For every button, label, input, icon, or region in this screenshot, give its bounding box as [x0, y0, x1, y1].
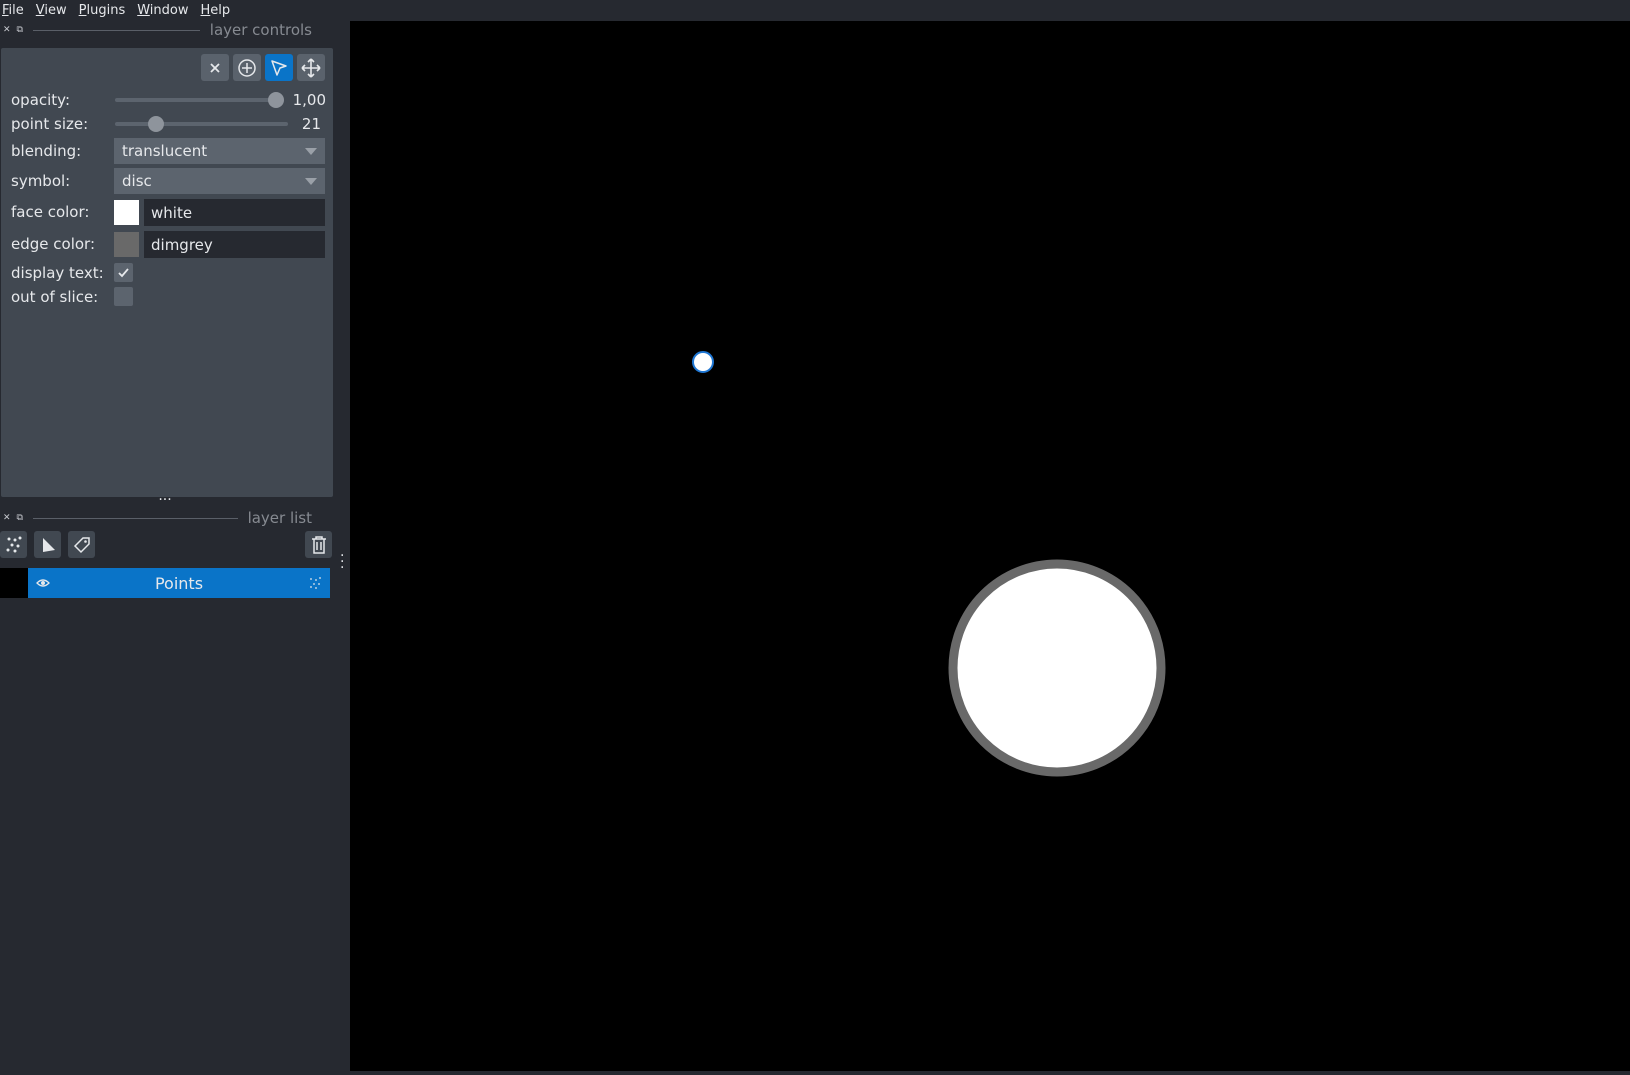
dock-splitter-handle[interactable]: ···	[155, 493, 175, 507]
shapes-icon	[42, 537, 55, 552]
layer-controls-title: layer controls	[209, 21, 312, 39]
display-text-checkbox[interactable]	[114, 263, 133, 282]
edge-color-label: edge color:	[11, 235, 95, 253]
points-icon	[6, 536, 21, 552]
new-points-layer-button[interactable]	[0, 531, 27, 558]
add-points-button[interactable]	[233, 54, 261, 81]
close-icon	[210, 62, 220, 73]
title-rule	[33, 29, 200, 31]
blending-value: translucent	[122, 142, 208, 160]
face-color-label: face color:	[11, 203, 90, 221]
add-circle-icon	[238, 58, 256, 77]
symbol-label: symbol:	[11, 172, 71, 190]
chevron-down-icon	[305, 178, 317, 185]
canvas-svg	[692, 351, 1166, 777]
dock-buttons[interactable]: ✕⧉	[0, 513, 33, 523]
point-size-label: point size:	[11, 115, 89, 133]
move-icon	[301, 57, 321, 78]
delete-layer-button[interactable]	[305, 531, 332, 558]
layer-list-title: layer list	[247, 509, 312, 527]
point-marker-large[interactable]	[948, 559, 1166, 777]
layer-row-points[interactable]: Points	[28, 568, 330, 598]
point-marker-small[interactable]	[692, 351, 714, 373]
menu-view[interactable]: View	[34, 3, 74, 18]
face-color-row: face color:	[11, 200, 115, 224]
face-color-value: white	[151, 203, 193, 222]
label-tag-icon	[73, 536, 90, 553]
float-dock-icon[interactable]: ⧉	[17, 513, 29, 523]
edge-color-input[interactable]: dimgrey	[144, 231, 325, 258]
point-size-slider-handle[interactable]	[148, 116, 164, 132]
layer-controls-titlebar: ✕⧉ layer controls	[0, 20, 336, 40]
layer-list-titlebar: ✕⧉ layer list	[0, 508, 336, 528]
face-color-input[interactable]: white	[144, 199, 325, 226]
menu-help[interactable]: Help	[199, 3, 238, 18]
close-dock-icon[interactable]: ✕	[3, 25, 17, 35]
blending-label: blending:	[11, 142, 82, 160]
opacity-slider[interactable]	[115, 98, 276, 102]
layer-controls-panel: opacity: 1,00 point size: 21 blending: t…	[1, 48, 333, 497]
menu-bar: File View Plugins Window Help	[0, 0, 1630, 20]
point-size-slider[interactable]	[115, 122, 288, 126]
float-dock-icon[interactable]: ⧉	[17, 25, 29, 35]
vertical-splitter-handle[interactable]: · · ·	[340, 549, 344, 575]
symbol-value: disc	[122, 172, 152, 190]
menu-file[interactable]: File	[0, 3, 31, 18]
opacity-label: opacity:	[11, 91, 71, 109]
edge-color-value: dimgrey	[151, 235, 213, 254]
chevron-down-icon	[305, 148, 317, 155]
out-of-slice-checkbox[interactable]	[114, 287, 133, 306]
blending-select[interactable]: translucent	[114, 138, 325, 164]
dock-buttons[interactable]: ✕⧉	[0, 25, 33, 35]
out-of-slice-row: out of slice:	[11, 285, 115, 309]
symbol-select[interactable]: disc	[114, 168, 325, 194]
title-rule	[33, 517, 238, 519]
opacity-slider-handle[interactable]	[268, 92, 284, 108]
new-shapes-layer-button[interactable]	[34, 531, 61, 558]
pan-zoom-button[interactable]	[297, 54, 325, 81]
out-of-slice-label: out of slice:	[11, 288, 99, 306]
opacity-row: opacity:	[11, 88, 115, 112]
trash-icon	[311, 535, 326, 554]
viewer-canvas[interactable]	[350, 21, 1630, 1071]
point-size-row: point size:	[11, 112, 115, 136]
edge-color-swatch[interactable]	[114, 232, 139, 257]
new-labels-layer-button[interactable]	[68, 531, 95, 558]
close-dock-icon[interactable]: ✕	[3, 513, 17, 523]
menu-plugins[interactable]: Plugins	[77, 3, 133, 18]
layer-thumbnail	[0, 568, 28, 598]
symbol-row: symbol:	[11, 169, 115, 193]
face-color-swatch[interactable]	[114, 200, 139, 225]
points-layer-type-icon	[310, 577, 321, 589]
display-text-row: display text:	[11, 261, 115, 285]
edge-color-row: edge color:	[11, 232, 115, 256]
menu-window[interactable]: Window	[135, 3, 195, 18]
select-arrow-icon	[271, 59, 287, 76]
checkmark-icon	[118, 268, 129, 278]
layer-name[interactable]: Points	[28, 574, 330, 593]
select-points-button[interactable]	[265, 54, 293, 81]
blending-row: blending:	[11, 139, 115, 163]
display-text-label: display text:	[11, 264, 104, 282]
delete-selected-button[interactable]	[201, 54, 229, 81]
opacity-value: 1,00	[292, 91, 326, 109]
point-size-value: 21	[301, 115, 321, 133]
